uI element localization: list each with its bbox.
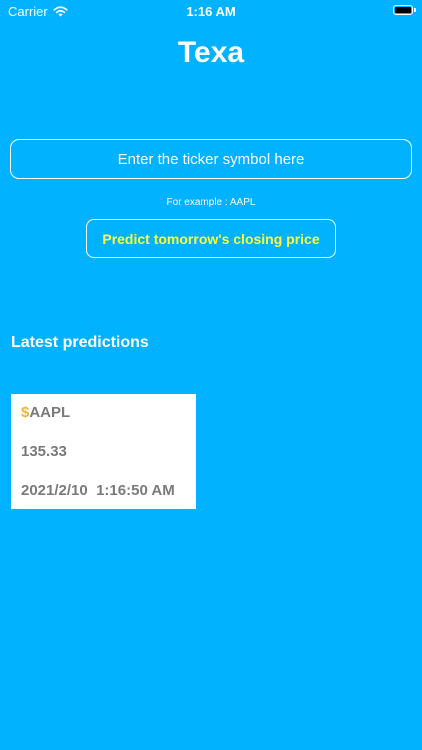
app-title: Texa bbox=[177, 36, 245, 69]
predict-button[interactable]: Predict tomorrow's closing price bbox=[86, 219, 336, 258]
ticker-symbol: AAPL bbox=[29, 404, 71, 421]
prediction-date: 2021/2/10 bbox=[21, 482, 88, 499]
ticker-input[interactable] bbox=[10, 139, 412, 179]
battery-icon bbox=[393, 5, 413, 15]
status-time: 1:16 AM bbox=[186, 4, 236, 19]
example-hint: For example : AAPL bbox=[166, 197, 256, 208]
battery-tip bbox=[414, 8, 416, 12]
predicted-price: 135.33 bbox=[21, 443, 67, 460]
prediction-ticker: $AAPL bbox=[21, 404, 70, 421]
prediction-timestamp: 2021/2/10 1:16:50 AM bbox=[21, 482, 175, 499]
latest-predictions-title: Latest predictions bbox=[11, 334, 149, 351]
status-bar: Carrier 1:16 AM bbox=[0, 0, 422, 24]
prediction-card: $AAPL 135.33 2021/2/10 1:16:50 AM bbox=[11, 394, 196, 509]
battery-level bbox=[395, 7, 411, 13]
prediction-time: 1:16:50 AM bbox=[96, 482, 175, 499]
